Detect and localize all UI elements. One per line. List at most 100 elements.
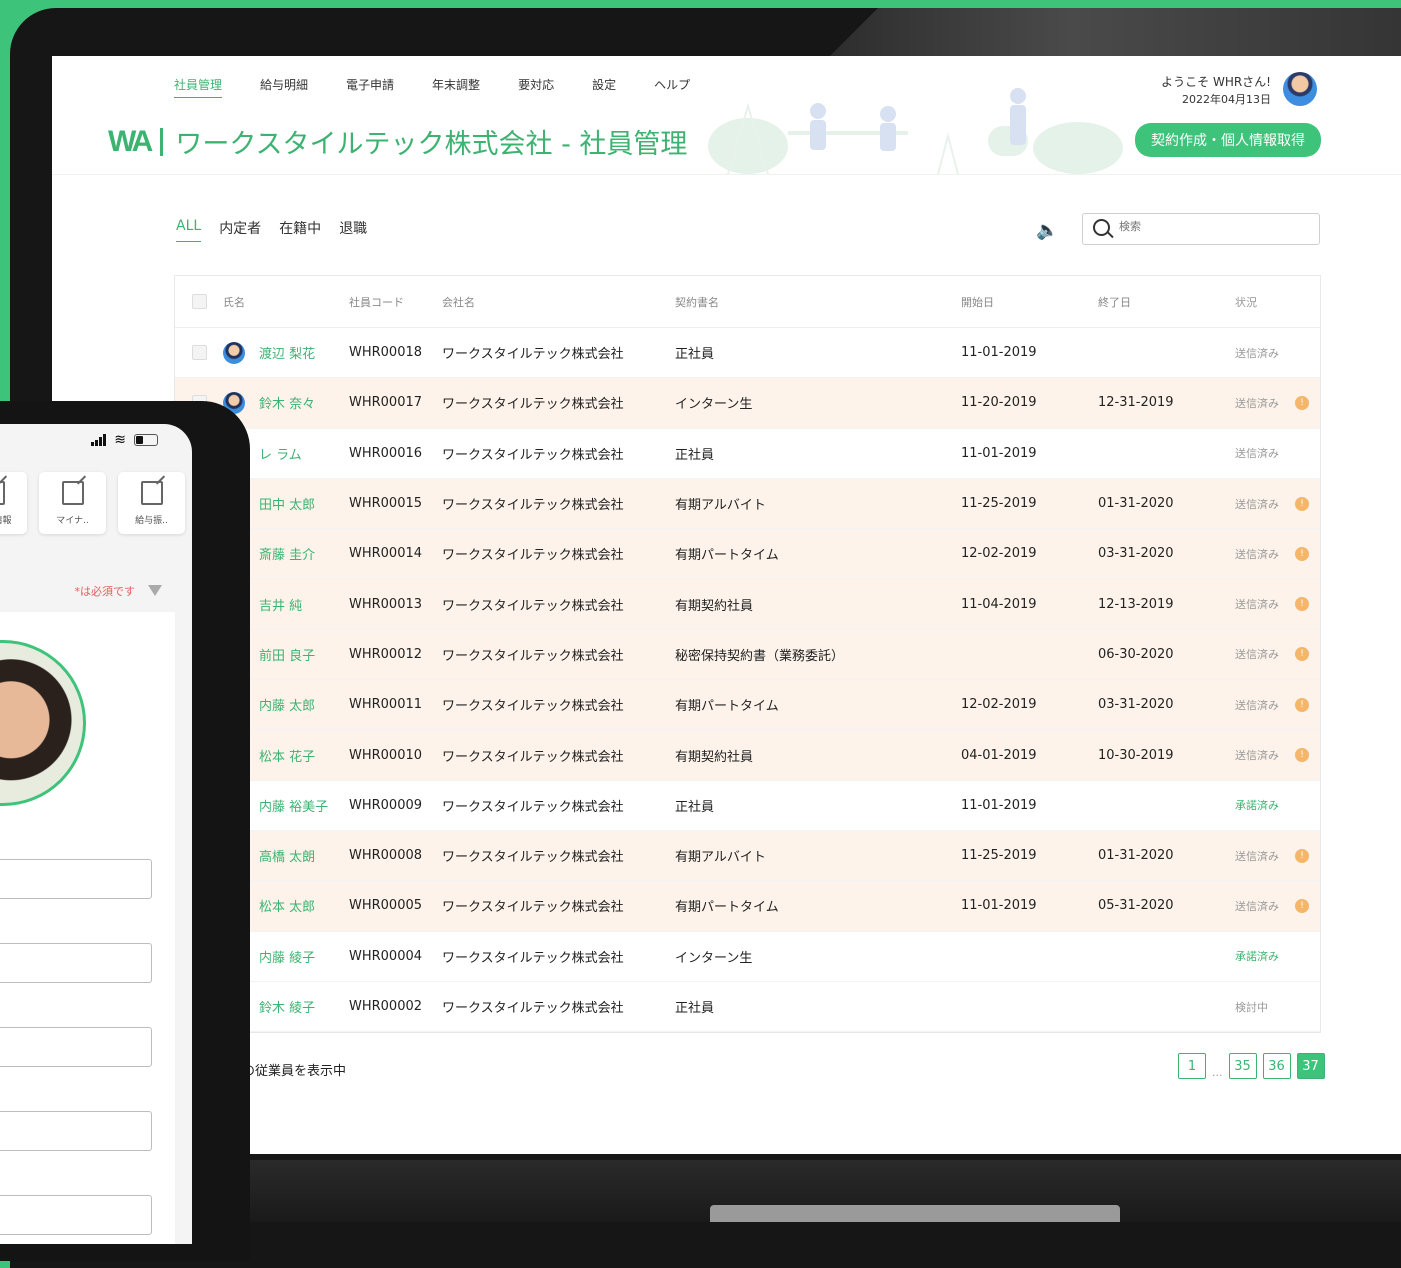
search-icon[interactable]: [1093, 219, 1110, 236]
tab-retired[interactable]: 退職: [339, 218, 367, 242]
employee-name[interactable]: 松本 花子: [259, 746, 349, 765]
logo-divider: [160, 127, 164, 156]
alert-cell: !: [1295, 647, 1315, 662]
table-row[interactable]: 前田 良子 WHR00012 ワークスタイルテック株式会社 秘密保持契約書（業務委託）…: [175, 629, 1320, 681]
alert-icon[interactable]: !: [1295, 848, 1309, 863]
alert-cell: !: [1295, 898, 1315, 913]
form-field-1[interactable]: [0, 859, 152, 899]
card-employment-info[interactable]: 雇用情報: [0, 472, 27, 534]
table-row[interactable]: 鈴木 奈々 WHR00017 ワークスタイルテック株式会社 インターン生 11-20-2…: [175, 378, 1320, 429]
announcement-icon[interactable]: 🔈: [1036, 220, 1058, 241]
employee-name[interactable]: 渡辺 梨花: [259, 343, 349, 362]
employee-name[interactable]: 内藤 裕美子: [259, 796, 349, 815]
form-field-5[interactable]: [0, 1195, 152, 1235]
form-field-4[interactable]: [0, 1111, 152, 1151]
table-row[interactable]: 渡辺 梨花 WHR00018 ワークスタイルテック株式会社 正社員 11-01-2019…: [175, 328, 1320, 379]
alert-icon[interactable]: !: [1295, 748, 1309, 763]
alert-icon[interactable]: !: [1295, 496, 1309, 511]
tab-all[interactable]: ALL: [176, 218, 202, 242]
alert-icon[interactable]: !: [1295, 697, 1309, 712]
col-company[interactable]: 会社名: [442, 294, 675, 310]
row-checkbox-cell: [175, 345, 223, 361]
nav-settings[interactable]: 設定: [592, 76, 616, 98]
battery-icon: [134, 434, 158, 446]
table-header: 氏名 社員コード 会社名 契約書名 開始日 終了日 状況: [175, 276, 1320, 328]
alert-icon[interactable]: !: [1295, 898, 1309, 913]
table-row[interactable]: 内藤 太郎 WHR00011 ワークスタイルテック株式会社 有期パートタイム 12-02…: [175, 680, 1320, 731]
form-field-3[interactable]: [0, 1027, 152, 1067]
start-date: 11-01-2019: [961, 345, 1037, 361]
table-row[interactable]: 斎藤 圭介 WHR00014 ワークスタイルテック株式会社 有期パートタイム 12-02…: [175, 529, 1320, 580]
table-row[interactable]: 松本 太郎 WHR00005 ワークスタイルテック株式会社 有期パートタイム 11-01…: [175, 881, 1320, 932]
form-field-2[interactable]: [0, 943, 152, 983]
alert-icon[interactable]: !: [1295, 395, 1309, 410]
card-my-number[interactable]: マイナ..: [39, 472, 106, 534]
table-row[interactable]: 高橋 太朗 WHR00008 ワークスタイルテック株式会社 有期アルバイト 11-25-…: [175, 830, 1320, 882]
table-row[interactable]: 内藤 綾子 WHR00004 ワークスタイルテック株式会社 インターン生 承諾済み: [175, 932, 1320, 982]
col-status[interactable]: 状況: [1235, 294, 1295, 310]
table-row[interactable]: 鈴木 綾子 WHR00002 ワークスタイルテック株式会社 正社員 検討中: [175, 982, 1320, 1033]
alert-icon[interactable]: !: [1295, 597, 1309, 612]
select-all-checkbox[interactable]: [191, 294, 207, 309]
company-name: ワークスタイルテック株式会社: [442, 397, 624, 413]
employee-name[interactable]: 吉井 純: [259, 595, 349, 614]
tab-offered[interactable]: 内定者: [219, 218, 261, 242]
employee-name[interactable]: 高橋 太朗: [259, 846, 349, 865]
page-35[interactable]: 35: [1228, 1053, 1257, 1079]
status-badge: 送信済み: [1235, 849, 1279, 863]
alert-icon[interactable]: !: [1295, 546, 1309, 561]
search-input[interactable]: [1117, 220, 1301, 234]
employee-name[interactable]: 鈴木 奈々: [259, 393, 349, 412]
laptop-foot: [710, 1205, 1120, 1222]
alert-cell: !: [1295, 546, 1315, 561]
contract-name: インターン生: [675, 397, 753, 413]
table-row[interactable]: 田中 太郎 WHR00015 ワークスタイルテック株式会社 有期アルバイト 11-25-…: [175, 478, 1320, 530]
col-start-date[interactable]: 開始日: [961, 294, 1098, 310]
table-row[interactable]: 内藤 裕美子 WHR00009 ワークスタイルテック株式会社 正社員 11-01-201…: [175, 781, 1320, 831]
employee-name[interactable]: 田中 太郎: [259, 494, 349, 513]
employee-code: WHR00011: [349, 697, 423, 713]
page-36[interactable]: 36: [1262, 1053, 1291, 1079]
employee-name[interactable]: 斎藤 圭介: [259, 544, 349, 563]
employee-name[interactable]: レ ラム: [259, 444, 349, 463]
col-end-date[interactable]: 終了日: [1098, 294, 1235, 310]
table-row[interactable]: 吉井 純 WHR00013 ワークスタイルテック株式会社 有期契約社員 11-04-20…: [175, 579, 1320, 630]
employee-name[interactable]: 内藤 太郎: [259, 695, 349, 714]
profile-photo[interactable]: [0, 640, 86, 806]
nav-action-required[interactable]: 要対応: [518, 76, 554, 98]
employee-name[interactable]: 内藤 綾子: [259, 947, 349, 966]
tab-employed[interactable]: 在籍中: [279, 218, 321, 242]
row-checkbox[interactable]: [191, 345, 207, 361]
col-name[interactable]: 氏名: [223, 294, 349, 310]
card-salary-transfer[interactable]: 給与振..: [118, 472, 185, 534]
nav-e-application[interactable]: 電子申請: [346, 76, 394, 98]
table-row[interactable]: 松本 花子 WHR00010 ワークスタイルテック株式会社 有期契約社員 04-01-2…: [175, 730, 1320, 781]
brand[interactable]: WA ワークスタイルテック株式会社 - 社員管理: [108, 122, 687, 161]
table-row[interactable]: レ ラム WHR00016 ワークスタイルテック株式会社 正社員 11-01-2019 送…: [175, 429, 1320, 479]
phone-screen: ≋ 雇用情報 マイナ.. 給与振.. *は必須です: [0, 424, 192, 1244]
employee-code: WHR00002: [349, 999, 423, 1014]
user-avatar[interactable]: [1283, 72, 1317, 106]
employee-code: WHR00008: [349, 848, 423, 864]
signal-icon: [91, 434, 107, 446]
company-name: ワークスタイルテック株式会社: [442, 850, 624, 866]
employee-name[interactable]: 鈴木 綾子: [259, 997, 349, 1016]
end-date: 05-31-2020: [1098, 898, 1174, 914]
page-37-current[interactable]: 37: [1296, 1053, 1325, 1079]
page-first[interactable]: 1: [1178, 1053, 1206, 1079]
col-contract[interactable]: 契約書名: [675, 294, 961, 310]
nav-year-end-adjustment[interactable]: 年末調整: [432, 76, 480, 98]
edit-icon: [0, 480, 5, 505]
contract-name: 有期パートタイム: [675, 548, 779, 564]
alert-icon[interactable]: !: [1295, 647, 1309, 662]
logo-icon: WA: [108, 124, 153, 158]
employee-name[interactable]: 松本 太郎: [259, 896, 349, 915]
nav-help[interactable]: ヘルプ: [654, 76, 690, 98]
col-code[interactable]: 社員コード: [349, 294, 442, 310]
start-date: 11-01-2019: [961, 898, 1037, 914]
collapse-triangle-icon[interactable]: [148, 585, 162, 596]
nav-employee-management[interactable]: 社員管理: [174, 76, 223, 98]
nav-payslip[interactable]: 給与明細: [260, 76, 308, 98]
employee-name[interactable]: 前田 良子: [259, 645, 349, 664]
create-contract-button[interactable]: 契約作成・個人情報取得: [1135, 123, 1321, 157]
